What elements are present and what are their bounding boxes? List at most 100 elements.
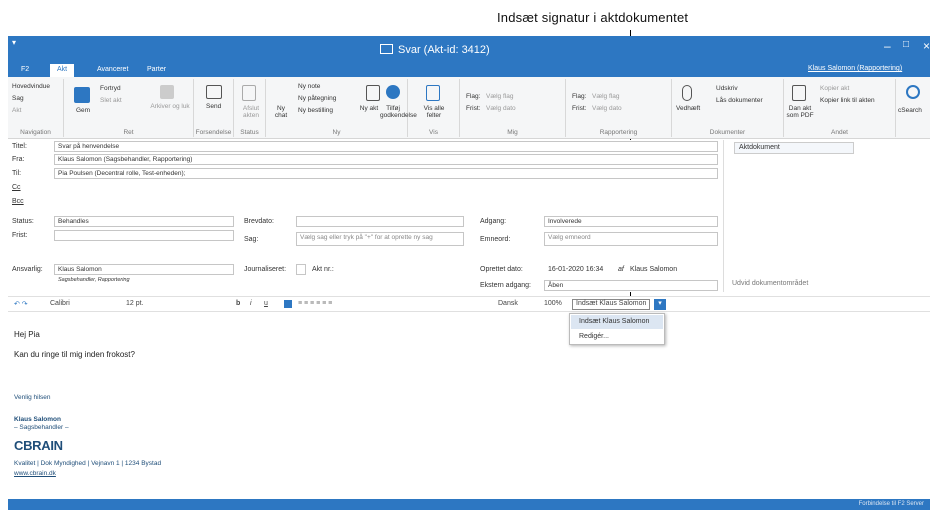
- title-label: Titel:: [12, 143, 27, 150]
- send-button[interactable]: Send: [206, 103, 221, 110]
- responsible-label: Ansvarlig:: [12, 266, 43, 273]
- keywords-input[interactable]: Vælg emneord: [544, 232, 718, 246]
- tab-avanceret[interactable]: Avanceret: [90, 64, 135, 77]
- finish-button[interactable]: Afslut akten: [238, 105, 264, 119]
- approval-icon: [386, 85, 400, 99]
- fields-icon: [426, 85, 440, 101]
- sag-button[interactable]: Sag: [12, 95, 24, 102]
- expand-document-button[interactable]: Udvid dokumentområdet: [732, 280, 808, 287]
- csearch-button[interactable]: cSearch: [898, 107, 922, 114]
- paperclip-icon: [682, 85, 692, 101]
- akt-button[interactable]: Akt: [12, 107, 21, 114]
- new-order-button[interactable]: Ny bestilling: [298, 107, 333, 114]
- new-akt-button[interactable]: Ny akt: [358, 105, 380, 112]
- maximize-button[interactable]: □: [903, 39, 909, 50]
- access-label: Adgang:: [480, 218, 507, 225]
- created-by: Klaus Salomon: [630, 266, 678, 273]
- lock-docs-button[interactable]: Lås dokumenter: [716, 97, 763, 104]
- hovedvindue-button[interactable]: Hovedvindue: [12, 83, 50, 90]
- external-access-select[interactable]: Åben: [544, 280, 718, 291]
- flag-label: Flag:: [466, 93, 481, 100]
- flag-select[interactable]: Vælg flag: [486, 93, 513, 100]
- make-pdf-button[interactable]: Dan akt som PDF: [786, 105, 814, 119]
- font-size-select[interactable]: 12 pt.: [126, 300, 144, 307]
- delete-button[interactable]: Slet akt: [100, 97, 122, 104]
- group-status: Afslut akten Status: [234, 79, 266, 137]
- group-ret: Gem Fortryd Slet akt Arkiver og luk Ret: [64, 79, 194, 137]
- quick-access-icon[interactable]: ▾: [12, 38, 16, 47]
- new-chat-button[interactable]: Ny chat: [270, 105, 292, 119]
- letter-date-label: Brevdato:: [244, 218, 274, 225]
- status-select[interactable]: Behandles: [54, 216, 234, 227]
- copy-akt-button[interactable]: Kopier akt: [820, 85, 849, 92]
- attach-button[interactable]: Vedhæft: [676, 105, 700, 112]
- new-note-button[interactable]: Ny note: [298, 83, 320, 90]
- align-left-icon[interactable]: [284, 300, 292, 308]
- deadline-input[interactable]: [54, 230, 234, 241]
- minimize-button[interactable]: –: [884, 39, 891, 53]
- message-editor[interactable]: Hej Pia Kan du ringe til mig inden froko…: [8, 312, 930, 499]
- send-icon: [206, 85, 222, 99]
- deadline-picker[interactable]: Vælg dato: [592, 105, 622, 112]
- close-button[interactable]: ×: [923, 39, 930, 53]
- bold-icon[interactable]: b: [236, 300, 240, 307]
- tab-f2[interactable]: F2: [14, 64, 36, 77]
- csearch-icon: [906, 85, 920, 99]
- created-label: Oprettet dato:: [480, 266, 523, 273]
- group-rapportering: Flag: Vælg flag Frist: Vælg dato Rapport…: [566, 79, 672, 137]
- edit-signature-item[interactable]: Redigér...: [571, 330, 663, 344]
- group-forsendelse: Send Forsendelse: [194, 79, 234, 137]
- tab-akt[interactable]: Akt: [50, 64, 75, 77]
- group-label: Navigation: [20, 129, 51, 136]
- connection-status: Forbindelse til F2 Server: [858, 501, 924, 507]
- archive-button[interactable]: Arkiver og luk: [150, 103, 190, 110]
- cc-link[interactable]: Cc: [12, 184, 21, 191]
- journal-checkbox[interactable]: [296, 264, 306, 275]
- to-field[interactable]: Pia Poulsen (Decentral rolle, Test-enhed…: [54, 168, 718, 179]
- group-csearch: cSearch: [896, 79, 930, 137]
- copy-link-button[interactable]: Kopier link til akten: [820, 97, 875, 104]
- save-icon: [74, 87, 90, 103]
- font-select[interactable]: Calibri: [50, 300, 70, 307]
- italic-icon[interactable]: i: [250, 300, 252, 307]
- created-by-label: af: [618, 266, 624, 273]
- signature-select[interactable]: Indsæt Klaus Salomon: [572, 299, 651, 310]
- from-label: Fra:: [12, 156, 25, 163]
- callout-text: Indsæt signatur i aktdokumentet: [497, 10, 689, 25]
- tab-parter[interactable]: Parter: [140, 64, 173, 77]
- akt-nr-label: Akt nr.:: [312, 266, 334, 273]
- zoom-select[interactable]: 100%: [544, 300, 562, 307]
- journal-label: Journaliseret:: [244, 266, 287, 273]
- align-icons[interactable]: ≡ ≡ ≡ ≡ ≡ ≡: [298, 300, 332, 307]
- group-dokumenter: Vedhæft Udskriv Lås dokumenter Dokumente…: [672, 79, 784, 137]
- signature-dropdown-button[interactable]: ▾: [654, 299, 666, 310]
- insert-signature-item[interactable]: Indsæt Klaus Salomon: [571, 315, 663, 329]
- new-endorsement-button[interactable]: Ny påtegning: [298, 95, 336, 102]
- signature-website-link[interactable]: www.cbrain.dk: [14, 470, 56, 477]
- access-select[interactable]: Involverede: [544, 216, 718, 227]
- language-select[interactable]: Dansk: [498, 300, 518, 307]
- show-fields-button[interactable]: Vis alle felter: [420, 105, 448, 119]
- responsible-field[interactable]: Klaus Salomon: [54, 264, 234, 275]
- aktdokument-tab[interactable]: Aktdokument: [734, 142, 854, 154]
- print-button[interactable]: Udskriv: [716, 85, 738, 92]
- add-approval-button[interactable]: Tilføj godkendelse: [380, 105, 417, 119]
- group-navigation: Hovedvindue Sag Akt Navigation: [8, 79, 64, 137]
- archive-icon: [160, 85, 174, 99]
- title-input[interactable]: Svar på henvendelse: [54, 141, 718, 152]
- user-link[interactable]: Klaus Salomon (Rapportering): [808, 65, 902, 72]
- bcc-link[interactable]: Bcc: [12, 198, 24, 205]
- undo-button[interactable]: Fortryd: [100, 85, 121, 92]
- letter-date-input[interactable]: [296, 216, 464, 227]
- undo-icon[interactable]: ↶ ↷: [14, 300, 28, 308]
- save-button[interactable]: Gem: [76, 107, 90, 114]
- from-field[interactable]: Klaus Salomon (Sagsbehandler, Rapporteri…: [54, 154, 718, 165]
- deadline-picker[interactable]: Vælg dato: [486, 105, 516, 112]
- underline-icon[interactable]: u: [264, 300, 268, 307]
- greeting-text: Hej Pia: [14, 330, 40, 339]
- flag-select[interactable]: Vælg flag: [592, 93, 619, 100]
- signature-name: Klaus Salomon: [14, 416, 61, 423]
- created-date: 16-01-2020 16:34: [548, 266, 604, 273]
- group-ny: Ny chat Ny note Ny påtegning Ny bestilli…: [266, 79, 417, 137]
- case-input[interactable]: Vælg sag eller tryk på "+" for at oprett…: [296, 232, 464, 246]
